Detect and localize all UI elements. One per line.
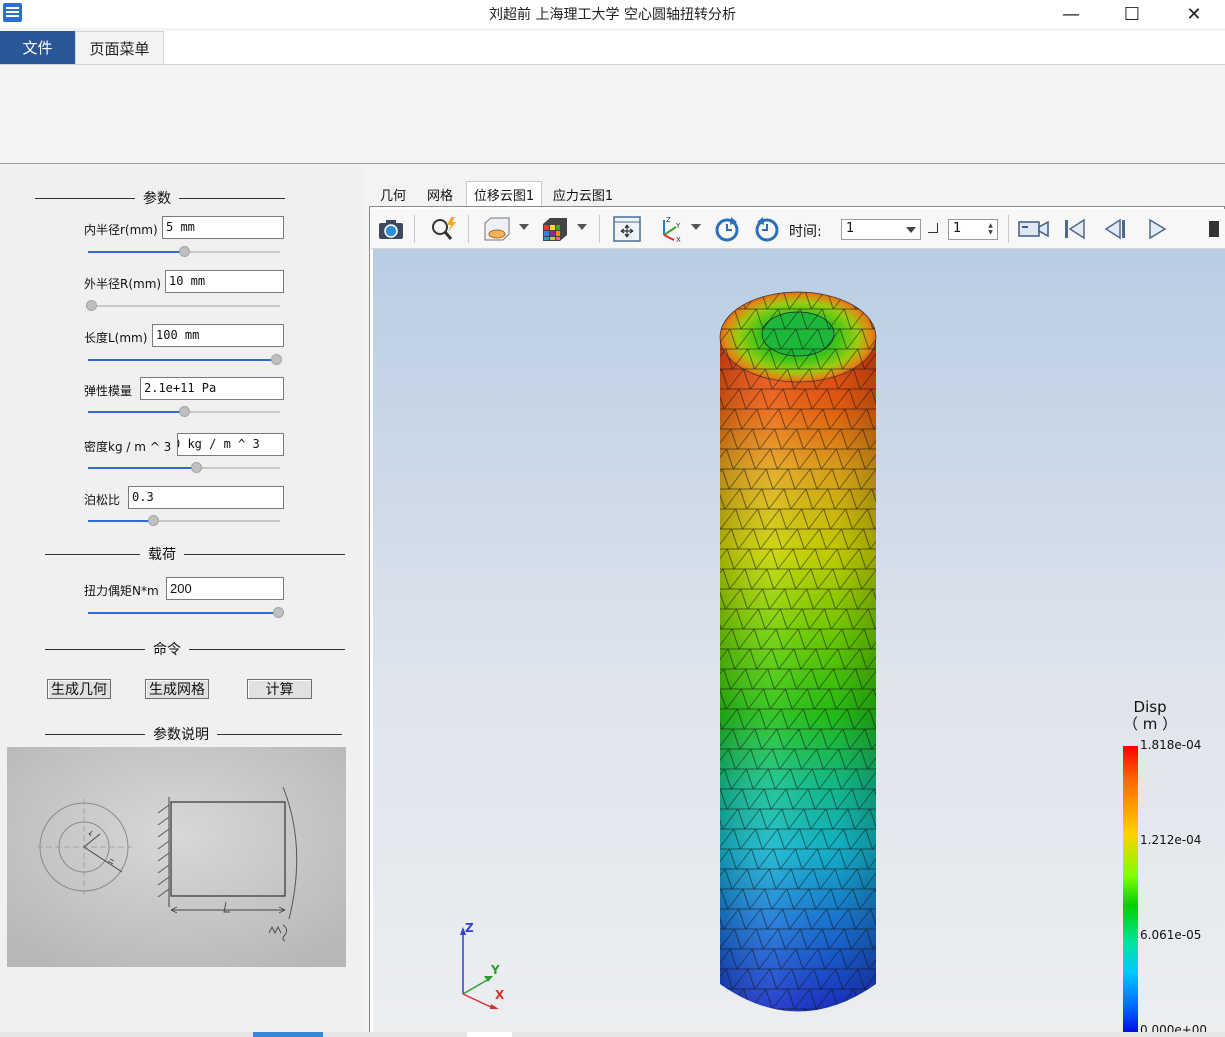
minimize-button[interactable]: — [1049, 0, 1093, 28]
axis-y-label: Y [490, 963, 500, 977]
param-label-torque: 扭力偶矩N*m [84, 584, 159, 598]
generate-mesh-button[interactable]: 生成网格 [145, 679, 209, 699]
legend-title-unit: （ m ） [1123, 715, 1178, 733]
sketch-drawing [7, 747, 346, 967]
generate-geometry-button[interactable]: 生成几何 [47, 679, 111, 699]
density-input[interactable]: 0 kg / m ^ 3 [177, 433, 284, 456]
svg-text:Y: Y [675, 222, 681, 230]
step-spinbox[interactable]: 1 ▲ ▼ [948, 219, 998, 240]
axis-triad: Z Y X [460, 921, 505, 1009]
slider-thumb[interactable] [178, 246, 190, 257]
legend-tick-low: 6.061e-05 [1140, 928, 1202, 942]
section-load: 载荷 [45, 544, 345, 564]
param-label-length: 长度L(mm) [84, 331, 148, 345]
slider-thumb[interactable] [271, 354, 282, 365]
compute-button[interactable]: 计算 [247, 679, 312, 699]
record-icon[interactable] [1018, 213, 1050, 245]
play-icon[interactable] [1141, 213, 1173, 245]
torque-slider[interactable] [88, 607, 284, 619]
camera-icon[interactable] [375, 213, 407, 245]
poisson-input[interactable]: 0.3 [128, 486, 284, 509]
density-slider[interactable] [88, 462, 280, 474]
3d-viewport[interactable]: Z Y X Disp （ m ） 1.818e-04 1.212e-04 6.0… [373, 249, 1225, 1035]
maximize-button[interactable]: ☐ [1110, 0, 1154, 28]
zoom-icon[interactable] [428, 213, 460, 245]
outer-radius-input[interactable]: 10 mm [165, 270, 284, 293]
inner-radius-input[interactable]: 5 mm [162, 216, 284, 239]
slider-thumb[interactable] [273, 607, 284, 618]
tab-page-menu[interactable]: 页面菜单 [75, 31, 164, 65]
parameter-sketch-image [7, 747, 346, 967]
time-select-value: 1 [846, 221, 855, 236]
svg-text:Z: Z [666, 216, 671, 224]
legend-color-bar [1123, 746, 1138, 1035]
first-frame-icon[interactable] [1059, 213, 1091, 245]
scrollbar-thumb[interactable] [253, 1032, 323, 1037]
toolbar-overflow-icon[interactable] [1209, 221, 1219, 237]
legend-tick-high: 1.212e-04 [1140, 833, 1202, 847]
torque-input[interactable]: 200 [166, 577, 284, 600]
section-description-title: 参数说明 [153, 727, 209, 743]
modulus-slider[interactable] [88, 406, 280, 418]
horizontal-scrollbar[interactable] [0, 1032, 1225, 1037]
param-label-poisson: 泊松比 [84, 493, 121, 507]
ribbon-tabs: 文件 页面菜单 [0, 31, 1225, 65]
section-load-title: 载荷 [148, 547, 176, 563]
param-label-outer-radius: 外半径R(mm) [84, 277, 162, 291]
displacement-contour-model [719, 291, 877, 1012]
section-params-title: 参数 [143, 191, 171, 207]
slider-thumb[interactable] [178, 406, 190, 417]
parameter-panel: 参数 内半径r(mm) 5 mm 外半径R(mm) 10 mm 长度L(mm) … [0, 166, 365, 1032]
axis-z-label: Z [465, 921, 474, 935]
section-command-title: 命令 [153, 642, 181, 658]
section-description: 参数说明 [45, 724, 342, 744]
length-slider[interactable] [88, 354, 282, 366]
slider-thumb[interactable] [86, 300, 97, 311]
length-input[interactable]: 100 mm [152, 324, 284, 347]
param-label-modulus: 弹性模量 [84, 384, 133, 398]
rotate-ccw-icon[interactable] [751, 213, 783, 245]
view-toolbar: ZYX 时间: 1 1 ▲ ▼ [371, 209, 1225, 249]
inner-radius-slider[interactable] [88, 246, 280, 258]
legend-tick-max: 1.818e-04 [1140, 738, 1202, 752]
param-label-inner-radius: 内半径r(mm) [84, 223, 158, 237]
slider-thumb[interactable] [147, 515, 159, 526]
axes-icon[interactable]: ZYX [653, 213, 685, 245]
time-label: 时间: [789, 224, 822, 240]
section-params: 参数 [35, 188, 285, 208]
outer-radius-slider[interactable] [86, 300, 280, 312]
rotate-cw-icon[interactable] [711, 213, 743, 245]
axis-x-label: X [495, 988, 505, 1002]
section-command: 命令 [45, 639, 345, 659]
window-title: 刘超前 上海理工大学 空心圆轴扭转分析 [489, 7, 736, 23]
spin-arrows-icon[interactable]: ▲ ▼ [986, 222, 995, 236]
tab-mesh[interactable]: 网格 [416, 181, 464, 207]
poisson-slider[interactable] [88, 515, 280, 527]
tab-stress-contour[interactable]: 应力云图1 [544, 181, 622, 207]
view-tabs: 几何 网格 位移云图1 应力云图1 [370, 181, 1225, 207]
prev-frame-icon[interactable] [1099, 213, 1131, 245]
tab-file[interactable]: 文件 [0, 31, 75, 64]
svg-text:X: X [676, 236, 681, 243]
time-select[interactable]: 1 [841, 219, 921, 240]
close-button[interactable]: ✕ [1172, 0, 1216, 28]
title-bar: 刘超前 上海理工大学 空心圆轴扭转分析 — ☐ ✕ [0, 0, 1225, 28]
chevron-down-icon [906, 227, 916, 233]
render-mode-dropdown-icon[interactable] [519, 224, 529, 230]
legend-title-quantity: Disp [1133, 698, 1167, 716]
step-spinbox-value: 1 [953, 221, 962, 236]
modulus-input[interactable]: 2.1e+11 Pa [140, 377, 284, 400]
tab-geometry[interactable]: 几何 [370, 181, 416, 207]
ribbon-body [0, 64, 1225, 164]
slider-thumb[interactable] [191, 462, 203, 473]
color-cube-icon[interactable] [539, 213, 571, 245]
color-cube-dropdown-icon[interactable] [577, 224, 587, 230]
fit-view-icon[interactable] [611, 213, 643, 245]
param-label-density: 密度kg / m ^ 3 [84, 440, 172, 454]
tab-displacement-contour[interactable]: 位移云图1 [466, 181, 542, 207]
axes-dropdown-icon[interactable] [691, 224, 701, 230]
legend-title: Disp （ m ） [1123, 699, 1177, 733]
step-corner-icon [928, 223, 938, 233]
render-mode-icon[interactable] [480, 213, 512, 245]
